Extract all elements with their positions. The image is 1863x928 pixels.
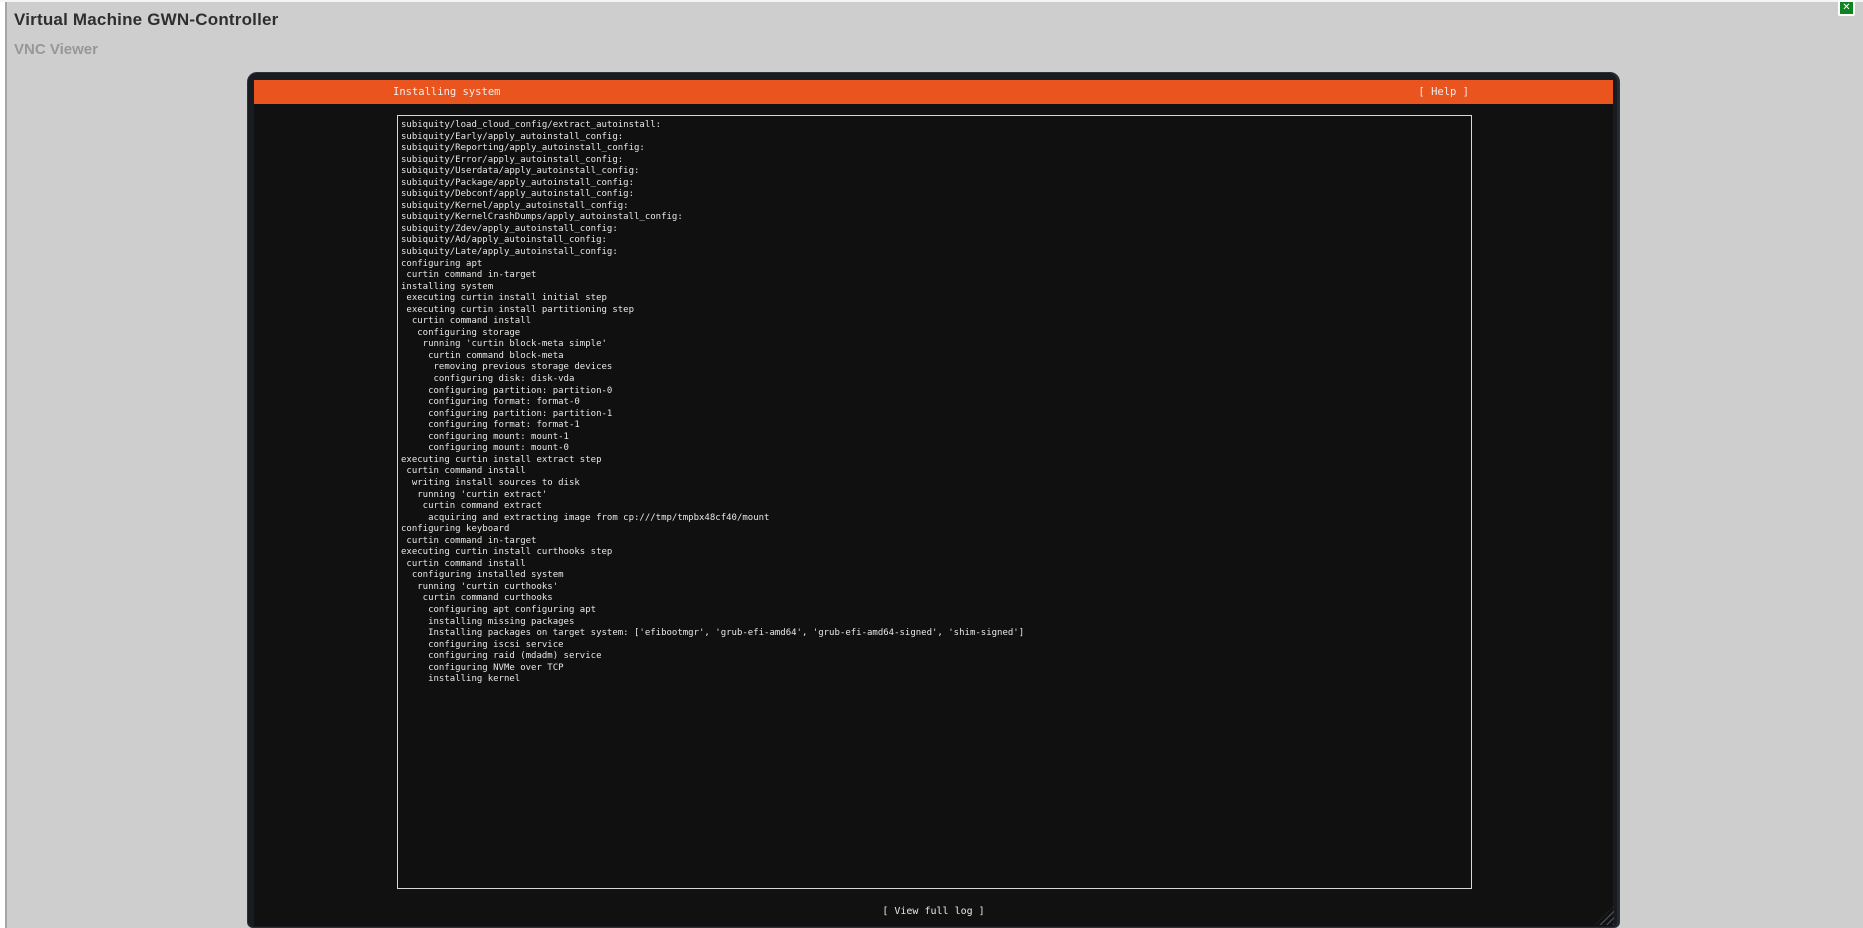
vnc-titlebar: Installing system [ Help ] bbox=[254, 80, 1613, 104]
page-title: Virtual Machine GWN-Controller bbox=[14, 10, 279, 29]
close-icon: ✕ bbox=[1842, 2, 1851, 13]
install-log-box[interactable]: subiquity/load_cloud_config/extract_auto… bbox=[397, 115, 1472, 889]
page-header: Virtual Machine GWN-Controller VNC Viewe… bbox=[14, 10, 279, 58]
page-left-edge bbox=[0, 0, 7, 928]
vnc-window: Installing system [ Help ] subiquity/loa… bbox=[247, 72, 1620, 928]
vnc-viewer-label: VNC Viewer bbox=[14, 41, 98, 58]
install-log-text: subiquity/load_cloud_config/extract_auto… bbox=[401, 120, 1025, 685]
installer-screen-title: Installing system bbox=[393, 86, 501, 98]
view-full-log-button[interactable]: [ View full log ] bbox=[882, 906, 984, 917]
terminal-screen: subiquity/load_cloud_config/extract_auto… bbox=[254, 104, 1613, 926]
close-button[interactable]: ✕ bbox=[1838, 0, 1855, 16]
page-top-edge bbox=[0, 0, 1863, 2]
help-button[interactable]: [ Help ] bbox=[1418, 86, 1469, 98]
